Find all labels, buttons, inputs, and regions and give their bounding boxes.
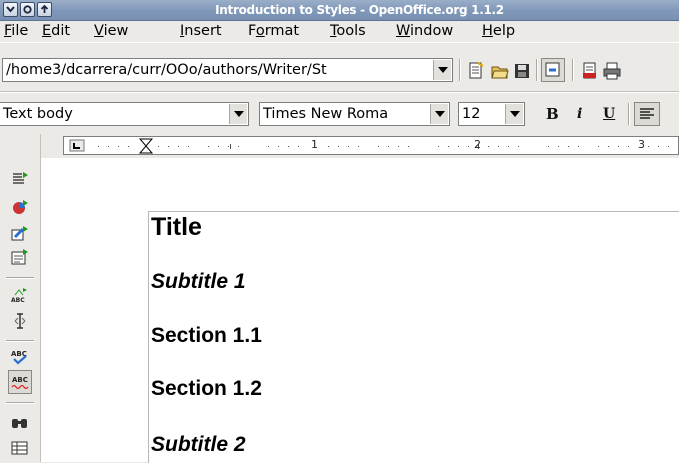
toolbar-separator [536,59,538,81]
new-document-icon[interactable] [467,62,485,80]
menu-window-mnemonic: W [396,23,411,39]
align-left-icon [640,108,654,119]
open-folder-icon[interactable] [491,62,509,80]
insert-objects-icon[interactable] [11,224,29,242]
function-bar: /home3/dcarrera/curr/OOo/authors/Writer/… [0,42,679,92]
menu-file[interactable]: File [4,21,28,42]
ruler-number: 3 [638,138,645,151]
find-replace-icon[interactable] [11,414,29,432]
menu-file-rest: ile [11,23,29,39]
menu-view[interactable]: View [94,21,128,42]
toolbar-separator [459,59,461,81]
show-draw-functions-icon[interactable] [11,248,29,266]
menu-insert-rest: nsert [184,23,222,39]
font-name-combo[interactable]: Times New Roma [259,102,450,126]
svg-text:ABC: ABC [11,297,25,304]
ruler-number: 1 [311,138,318,151]
menu-format-pre: F [248,23,256,39]
insert-fields-icon[interactable] [11,198,29,216]
bold-button[interactable]: B [546,105,559,123]
main-toolbar: ABC ABC ABC [0,134,41,462]
underline-button[interactable]: U [603,105,615,123]
edit-file-icon [545,62,560,77]
menu-format-rest: rmat [264,23,300,39]
font-name-value: Times New Roma [263,106,389,122]
menu-tools[interactable]: Tools [330,21,366,42]
menu-edit[interactable]: Edit [42,21,70,42]
menu-view-rest: iew [103,23,129,39]
italic-button[interactable]: i [577,105,582,123]
toolbar-separator [572,59,574,81]
ruler-row: 1 2 3 [0,133,679,157]
paragraph-subtitle[interactable]: Subtitle 1 [151,270,246,294]
menu-edit-rest: dit [51,23,71,39]
align-left-button[interactable] [634,102,660,126]
paragraph-style-dropdown-button[interactable] [229,104,247,124]
menu-format-mnemonic: o [255,23,265,39]
menu-format[interactable]: Format [248,21,299,42]
menu-help[interactable]: Help [482,21,515,42]
url-combo[interactable]: /home3/dcarrera/curr/OOo/authors/Writer/… [2,58,453,82]
direct-cursor-icon[interactable] [11,312,29,330]
menu-help-mnemonic: H [482,23,493,39]
print-icon[interactable] [603,62,621,80]
menu-tools-rest: ools [336,23,366,39]
window-title: Introduction to Styles - OpenOffice.org … [215,3,504,17]
paragraph-title[interactable]: Title [151,213,202,242]
menu-view-mnemonic: V [94,23,104,39]
save-icon[interactable] [513,62,531,80]
url-dropdown-button[interactable] [433,60,451,80]
toolbar-separator [6,277,34,279]
object-bar: Text body Times New Roma 12 B i U [0,92,679,134]
font-name-dropdown-button[interactable] [430,104,448,124]
toolbar-separator [6,340,34,342]
font-size-dropdown-button[interactable] [505,104,523,124]
edit-file-toggle[interactable] [541,58,565,82]
menu-window-rest: indow [410,23,454,39]
menu-help-rest: elp [492,23,516,39]
menu-window[interactable]: Window [396,21,453,42]
insert-icon[interactable] [11,170,29,188]
paragraph-subtitle[interactable]: Subtitle 2 [151,433,246,457]
title-bar: Introduction to Styles - OpenOffice.org … [0,0,679,21]
menu-bar: File Edit View Insert Format Tools Windo… [0,21,679,42]
paragraph-section[interactable]: Section 1.1 [151,324,262,348]
export-pdf-icon[interactable] [581,62,599,80]
autospellcheck-toggle[interactable]: ABC [8,370,32,394]
data-sources-icon[interactable] [11,439,29,457]
menu-insert[interactable]: Insert [180,21,222,42]
svg-text:ABC: ABC [12,376,28,384]
paragraph-style-value: Text body [3,106,73,122]
url-value: /home3/dcarrera/curr/OOo/authors/Writer/… [6,62,327,78]
spellcheck-icon[interactable]: ABC [11,348,29,366]
autospellcheck-icon: ABC [11,376,29,390]
document-page[interactable]: Title Subtitle 1 Section 1.1 Section 1.2… [148,211,679,463]
paragraph-style-combo[interactable]: Text body [0,102,249,126]
ruler-number: 2 [474,138,481,151]
menu-edit-mnemonic: E [42,23,52,39]
font-size-combo[interactable]: 12 [458,102,525,126]
ruler-scale [69,138,669,154]
edit-autotext-icon[interactable]: ABC [11,286,29,304]
toolbar-separator [628,103,630,125]
horizontal-ruler[interactable]: 1 2 3 [63,136,679,155]
paragraph-section[interactable]: Section 1.2 [151,377,262,401]
toolbar-separator [6,402,34,404]
font-size-value: 12 [462,106,481,122]
